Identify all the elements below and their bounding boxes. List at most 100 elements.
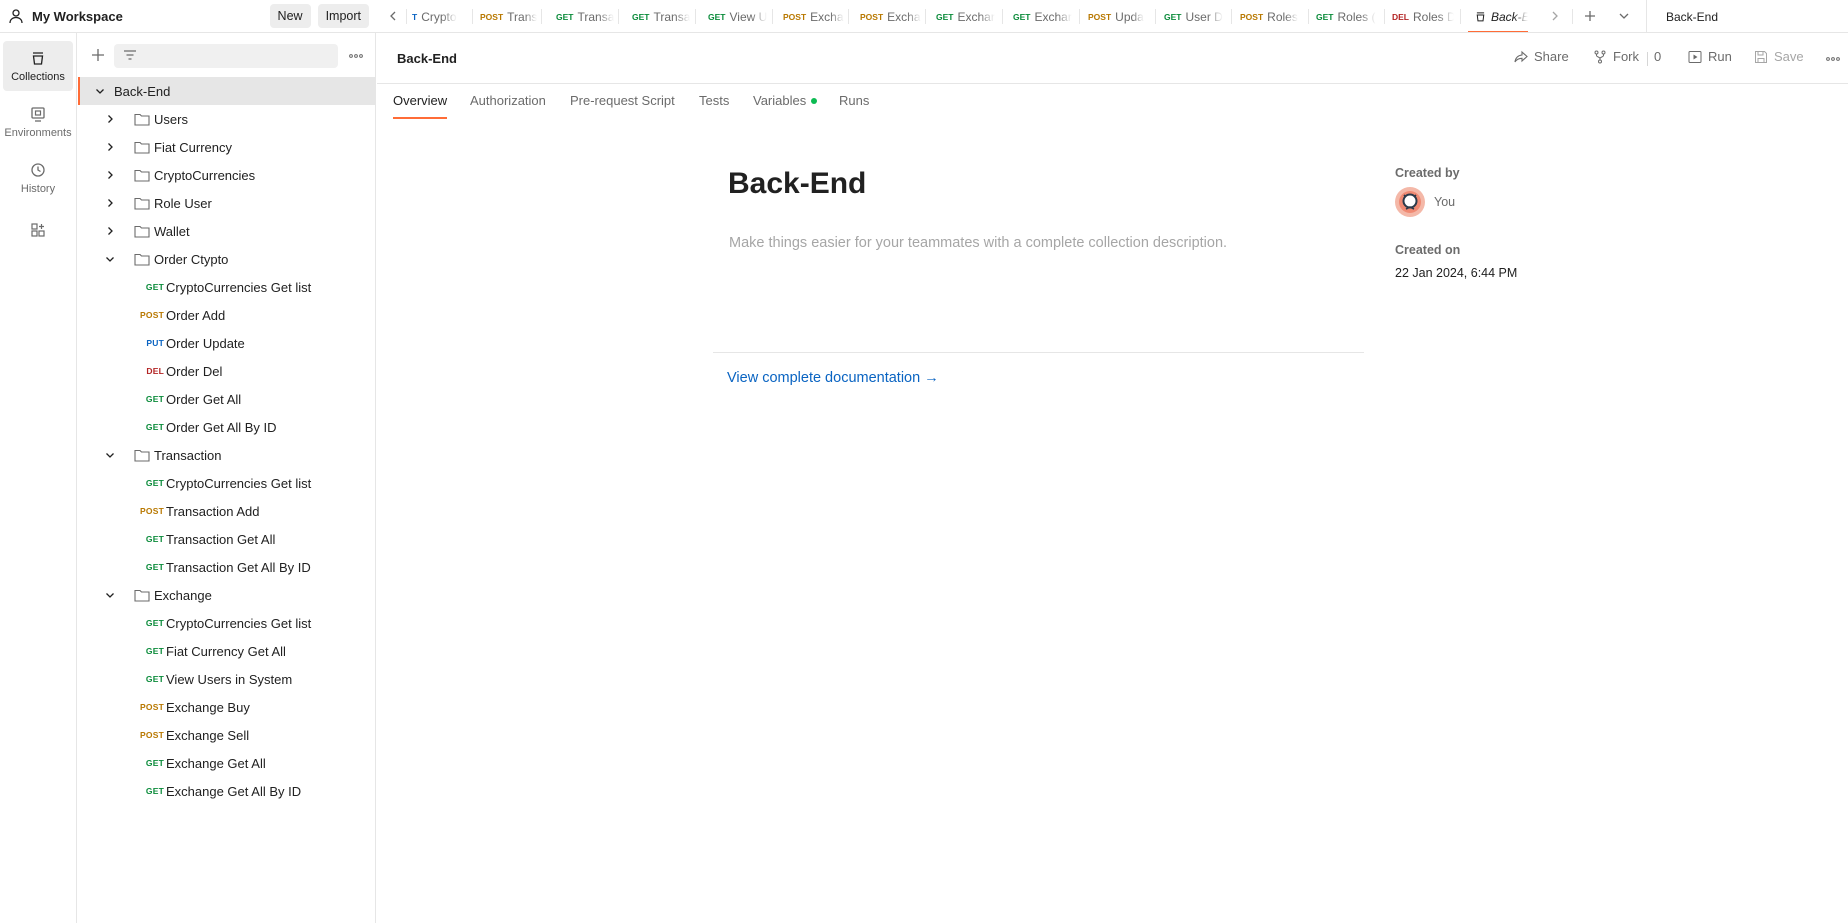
request-tab[interactable]: POST Upda [1088,0,1150,32]
request-name: Transaction Get All By ID [166,559,311,575]
search-input[interactable] [114,44,338,68]
tree-request[interactable]: GET CryptoCurrencies Get list [78,469,376,497]
tree-request[interactable]: POST Exchange Sell [78,721,376,749]
save-button[interactable]: Save [1754,49,1804,64]
more-options-icon[interactable] [348,49,364,63]
plus-icon[interactable] [88,45,108,65]
tree-request[interactable]: POST Exchange Buy [78,693,376,721]
request-tab[interactable]: GET Exchar [1013,0,1075,32]
tree-root-collection[interactable]: Back-End [78,77,376,105]
environments-icon [31,107,45,122]
tree-folder-wallet[interactable]: Wallet [78,217,376,245]
environment-selector[interactable]: Back-End [1666,0,1718,32]
tree-folder-order[interactable]: Order Ctypto [78,245,376,273]
request-tab[interactable]: T Crypto [412,0,468,32]
chevron-down-icon[interactable] [1617,9,1631,23]
collections-icon [1476,12,1485,22]
new-button[interactable]: New [269,4,311,28]
tree-request[interactable]: GET Exchange Get All [78,749,376,777]
tab-overview[interactable]: Overview [393,93,448,119]
request-tab[interactable]: GET User D [1164,0,1226,32]
tree-request[interactable]: DEL Order Del [78,357,376,385]
tree-request[interactable]: GET View Users in System [78,665,376,693]
created-by-value: You [1434,195,1456,209]
rail-configure[interactable] [3,215,73,245]
tab-authorization[interactable]: Authorization [470,93,546,119]
chevron-down-icon[interactable] [104,589,116,601]
request-tab[interactable]: DEL Roles D [1392,0,1454,32]
user-icon[interactable] [8,8,24,24]
filter-icon[interactable] [123,49,137,61]
tree-request[interactable]: GET Order Get All [78,385,376,413]
request-tab-active[interactable]: Back-E [1468,0,1528,32]
request-tab[interactable]: POST Excha [783,0,845,32]
tab-prerequest-script[interactable]: Pre-request Script [570,93,675,119]
chevron-right-icon[interactable] [1548,9,1562,23]
tree-folder-exchange[interactable]: Exchange [78,581,376,609]
folder-icon [134,589,150,602]
tree-request[interactable]: GET Transaction Get All [78,525,376,553]
tree-folder-fiat-currency[interactable]: Fiat Currency [78,133,376,161]
tab-tests[interactable]: Tests [699,93,729,119]
request-tab[interactable]: GET Exchar [936,0,998,32]
request-tab[interactable]: GET Transa [632,0,692,32]
chevron-right-icon[interactable] [104,113,116,125]
method-badge: POST [140,702,164,712]
fork-label: Fork [1613,49,1639,64]
chevron-right-icon[interactable] [104,225,116,237]
tree-request[interactable]: GET Transaction Get All By ID [78,553,376,581]
overview-title[interactable]: Back-End [728,167,866,201]
request-tab[interactable]: POST Trans [480,0,538,32]
request-name: View Users in System [166,671,293,687]
view-documentation-link[interactable]: View complete documentation → [727,370,939,386]
sidebar-toolbar [78,43,376,69]
request-tab[interactable]: POST Roles [1240,0,1302,32]
tree-request[interactable]: GET Order Get All By ID [78,413,376,441]
tree-folder-transaction[interactable]: Transaction [78,441,376,469]
tab-variables[interactable]: Variables [753,93,818,119]
chevron-left-icon[interactable] [386,9,400,23]
method-badge: GET [145,618,164,628]
chevron-right-icon[interactable] [104,141,116,153]
tree-folder-label: Wallet [154,223,190,239]
tree-request[interactable]: GET CryptoCurrencies Get list [78,609,376,637]
fork-button[interactable]: Fork [1593,49,1639,64]
tree-request[interactable]: GET Exchange Get All By ID [78,777,376,805]
request-tab[interactable]: GET View U [708,0,768,32]
tree-request[interactable]: GET Fiat Currency Get All [78,637,376,665]
tree-folder-cryptocurrencies[interactable]: CryptoCurrencies [78,161,376,189]
tree-request[interactable]: PUT Order Update [78,329,376,357]
rail-history[interactable]: History [3,153,73,203]
tree-request[interactable]: POST Order Add [78,301,376,329]
tree-folder-users[interactable]: Users [78,105,376,133]
history-icon [31,163,45,177]
tree-request[interactable]: GET CryptoCurrencies Get list [78,273,376,301]
chevron-right-icon[interactable] [104,197,116,209]
collection-title[interactable]: Back-End [397,51,457,66]
chevron-down-icon[interactable] [104,253,116,265]
request-tab[interactable]: POST Excha [860,0,922,32]
method-badge: GET [145,534,164,544]
chevron-down-icon[interactable] [104,449,116,461]
share-button[interactable]: Share [1514,49,1569,64]
rail-collections[interactable]: Collections [3,41,73,91]
rail-environments[interactable]: Environments [3,97,73,147]
request-tab[interactable]: GET Transa [556,0,616,32]
tab-method: GET [556,11,574,22]
chevron-right-icon[interactable] [104,169,116,181]
run-button[interactable]: Run [1688,49,1732,64]
import-button[interactable]: Import [317,4,369,28]
request-tabs-bar: T Crypto POST Trans GET Transa GET Transa GE… [376,0,1848,33]
description-field[interactable]: Make things easier for your teammates wi… [729,235,1227,251]
tree-request[interactable]: POST Transaction Add [78,497,376,525]
fork-count: 0 [1654,49,1662,64]
plus-icon[interactable] [1583,9,1597,23]
more-options-icon[interactable] [1825,53,1841,65]
folder-icon [134,141,150,154]
chevron-down-icon[interactable] [94,85,106,97]
tree-folder-role-user[interactable]: Role User [78,189,376,217]
request-tab[interactable]: GET Roles ( [1316,0,1378,32]
request-header: Back-End Share Fork 0 Run Save [377,33,1848,84]
tab-runs[interactable]: Runs [839,93,869,119]
workspace-name[interactable]: My Workspace [32,9,270,24]
